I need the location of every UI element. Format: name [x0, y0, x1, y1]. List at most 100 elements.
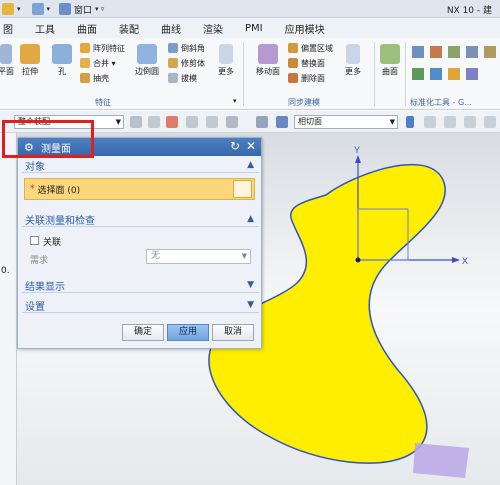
dropdown-arrow-icon[interactable]: ▾: [17, 5, 21, 13]
menu-item-surface[interactable]: 曲面: [66, 21, 108, 36]
snap-mid-icon[interactable]: [444, 116, 456, 128]
surface-button[interactable]: 曲面: [380, 44, 400, 77]
section-icon[interactable]: [256, 116, 268, 128]
menu-item-pmi[interactable]: PMI: [234, 23, 274, 34]
unite-item[interactable]: 合并 ▾: [80, 57, 116, 69]
window-menu-label[interactable]: 窗口: [74, 3, 92, 16]
delete-face-item[interactable]: 删除面: [288, 72, 325, 84]
snap-tangent-icon[interactable]: [464, 116, 476, 128]
apply-button[interactable]: 应用: [167, 324, 209, 341]
tool-icon[interactable]: [412, 46, 424, 58]
unite-icon: [80, 58, 90, 68]
face-icon[interactable]: [276, 116, 288, 128]
offset-region-label: 偏置区域: [301, 43, 333, 53]
replace-face-item[interactable]: 替换面: [288, 57, 325, 69]
edge-blend-icon: [137, 44, 157, 64]
chevron-down-icon[interactable]: ▼: [247, 300, 254, 310]
redo-icon[interactable]: [31, 3, 44, 15]
replace-face-label: 替换面: [301, 58, 325, 68]
select-icon[interactable]: [130, 116, 142, 128]
snap-end-icon[interactable]: [424, 116, 436, 128]
close-icon[interactable]: ✕: [246, 139, 256, 153]
more-button[interactable]: 更多: [218, 44, 234, 77]
box-select-icon[interactable]: [226, 116, 238, 128]
more-sync-button[interactable]: 更多: [345, 44, 361, 77]
cancel-button[interactable]: 取消: [212, 324, 254, 341]
section-associative-measure[interactable]: 关联测量和检查 ▲: [22, 212, 259, 227]
sync-group-label: 同步建模: [288, 98, 320, 107]
ok-button[interactable]: 确定: [122, 324, 164, 341]
snap-line-icon[interactable]: [206, 116, 218, 128]
extrude-button[interactable]: 拉伸: [20, 44, 40, 77]
menu-item-tools[interactable]: 工具: [24, 21, 66, 36]
more-icon: [346, 44, 360, 64]
chevron-up-icon[interactable]: ▲: [247, 214, 254, 224]
dropdown-arrow-icon[interactable]: ▾: [47, 5, 51, 13]
select-face-row[interactable]: * 选择面 (0): [24, 178, 255, 200]
group-expand-icon[interactable]: ▾: [233, 97, 237, 105]
pattern-feature-item[interactable]: 阵列特征: [80, 42, 125, 54]
tool-icon[interactable]: [430, 46, 442, 58]
face-rule-value: 相切面: [298, 117, 322, 126]
window-icon[interactable]: [59, 3, 72, 15]
tool-icon[interactable]: [430, 68, 442, 80]
replace-face-icon: [288, 58, 298, 68]
section-results-display[interactable]: 结果显示 ▼: [22, 278, 259, 293]
move-face-label: 移动面: [256, 67, 280, 76]
tool-icon[interactable]: [448, 46, 460, 58]
section-settings[interactable]: 设置 ▼: [22, 298, 259, 313]
requirement-select[interactable]: 无 ▼: [146, 249, 251, 264]
tool-icon[interactable]: [484, 46, 496, 58]
dropdown-arrow-icon: ▼: [389, 118, 395, 126]
tool-icon[interactable]: [412, 68, 424, 80]
chamfer-icon: [168, 43, 178, 53]
hole-button[interactable]: 孔: [52, 44, 72, 77]
move-face-button[interactable]: 移动面: [256, 44, 280, 77]
offset-region-item[interactable]: 偏置区域: [288, 42, 333, 54]
shell-item[interactable]: 抽壳: [80, 72, 109, 84]
chevron-up-icon[interactable]: ▲: [247, 160, 254, 170]
snap-point-icon[interactable]: [186, 116, 198, 128]
edge-blend-button[interactable]: 边倒圆: [135, 44, 159, 77]
menu-item-assembly[interactable]: 装配: [108, 21, 150, 36]
edge-blend-label: 边倒圆: [135, 67, 159, 76]
menu-item-applications[interactable]: 应用模块: [274, 21, 336, 36]
draft-item[interactable]: 拔模: [168, 72, 197, 84]
undo-icon[interactable]: [2, 3, 14, 15]
extrude-icon: [20, 44, 40, 64]
cube-icon[interactable]: [233, 180, 252, 198]
hole-icon: [52, 44, 72, 64]
snap-curve-icon[interactable]: [484, 116, 496, 128]
draft-label: 拔模: [181, 73, 197, 83]
move-face-icon: [258, 44, 278, 64]
view-triad-fragment: [413, 443, 469, 478]
tool-icon[interactable]: [448, 68, 460, 80]
menu-item-curve[interactable]: 曲线: [150, 21, 192, 36]
menu-item-view[interactable]: 图: [0, 21, 24, 36]
tool-icon[interactable]: [466, 46, 478, 58]
snap-icon[interactable]: [148, 116, 160, 128]
chamfer-item[interactable]: 倒斜角: [168, 42, 205, 54]
trim-body-item[interactable]: 修剪体: [168, 57, 205, 69]
section-object[interactable]: 对象 ▲: [22, 158, 259, 173]
chevron-down-icon[interactable]: ▼: [247, 280, 254, 290]
extrude-label: 拉伸: [22, 67, 38, 76]
plane-label: 平面: [0, 67, 14, 76]
reset-icon[interactable]: ↻: [230, 139, 240, 153]
dropdown-arrow-icon[interactable]: ▾ ▿: [95, 5, 104, 13]
dropdown-arrow-icon: ▼: [115, 118, 121, 126]
arrow-right-icon[interactable]: [406, 116, 414, 128]
associative-checkbox[interactable]: [30, 236, 39, 245]
more-icon: [219, 44, 233, 64]
filter-icon[interactable]: [166, 116, 178, 128]
menu-item-render[interactable]: 渲染: [192, 21, 234, 36]
origin-point[interactable]: [355, 257, 361, 263]
standard-tools-row-2: [412, 68, 478, 80]
tool-icon[interactable]: [466, 68, 478, 80]
plane-button[interactable]: 平面: [0, 44, 14, 77]
unite-label: 合并 ▾: [93, 58, 116, 68]
face-rule-combo[interactable]: 相切面 ▼: [294, 115, 398, 129]
requirement-label: 需求: [30, 256, 49, 266]
more-label: 更多: [218, 67, 234, 76]
standard-tools-row-1: [412, 46, 496, 58]
